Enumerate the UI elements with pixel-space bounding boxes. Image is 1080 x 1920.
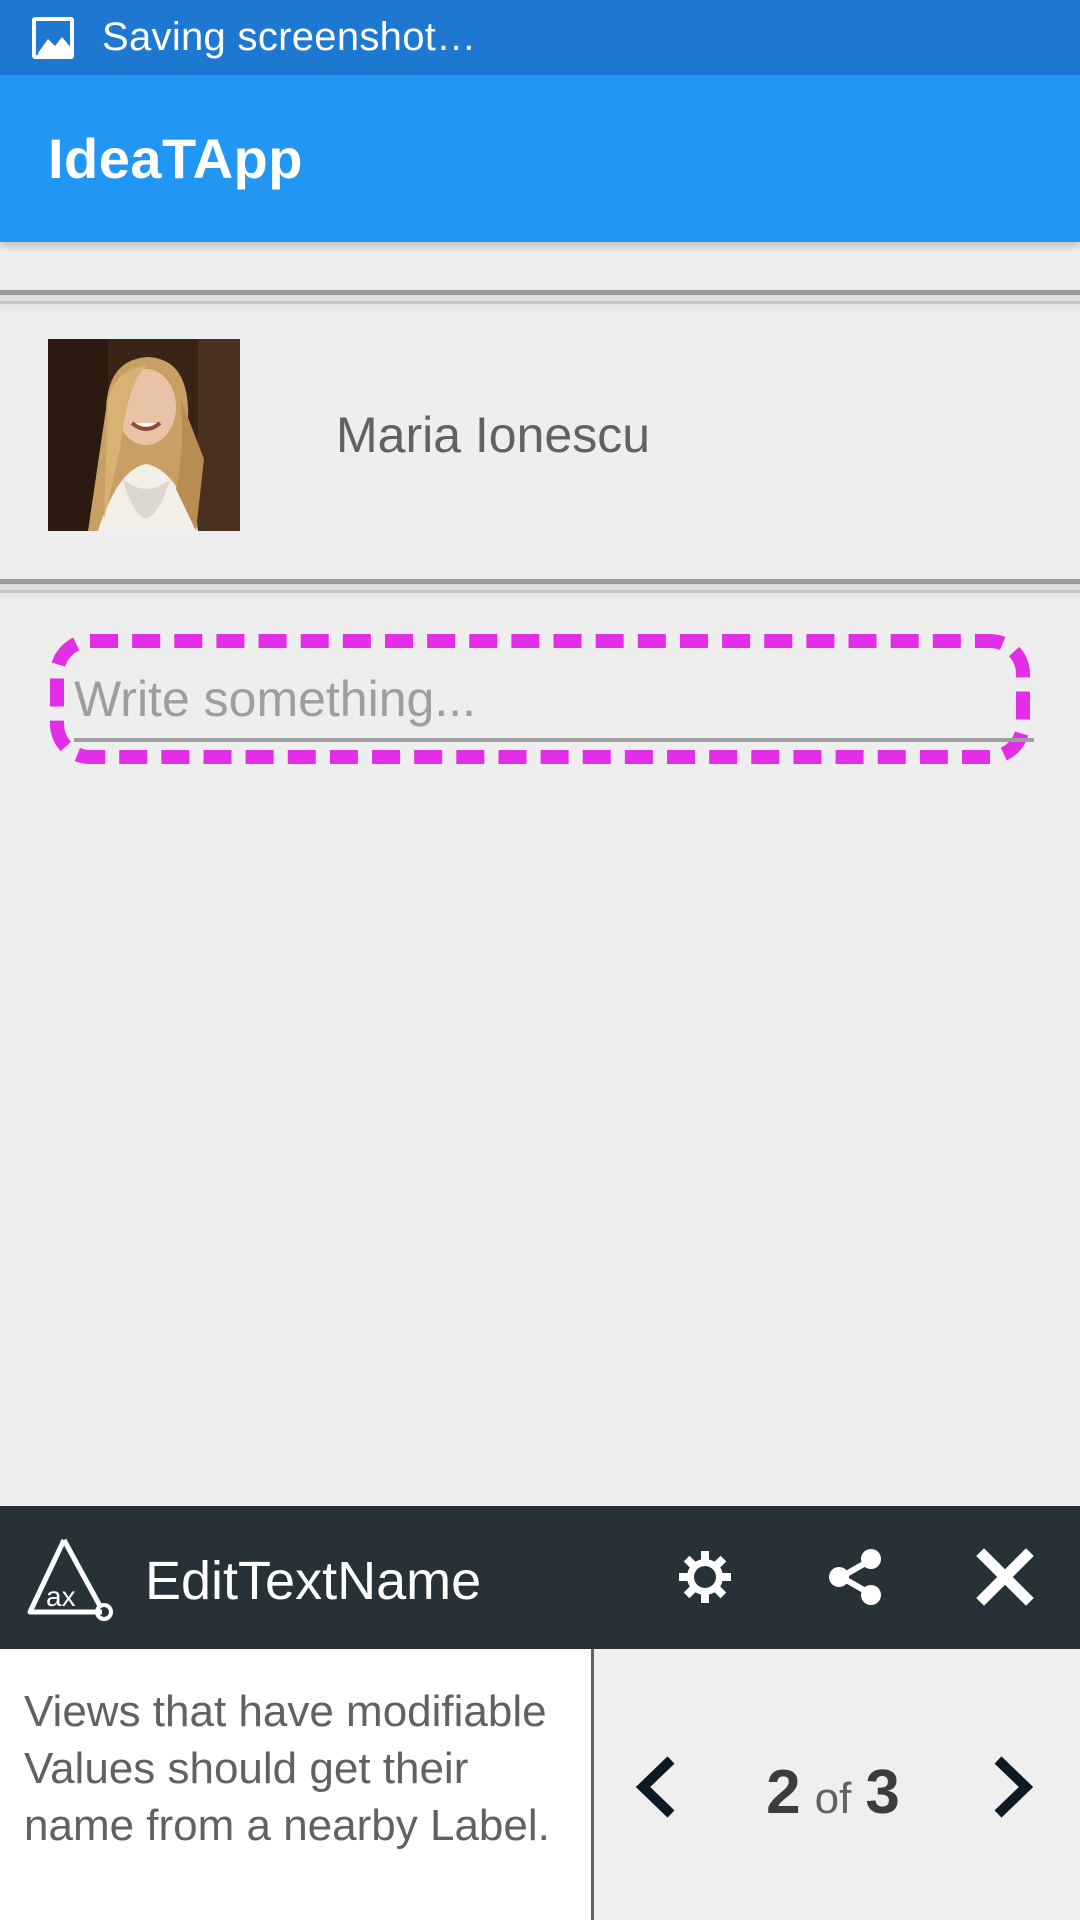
main-content: Maria Ionescu [0,242,1080,1506]
share-icon[interactable] [820,1542,890,1612]
ax-message: Views that have modifiable Values should… [24,1687,550,1850]
profile-row[interactable]: Maria Ionescu [0,308,1080,531]
pager-total: 3 [865,1758,900,1827]
ax-nav-pane: 2 of 3 [597,1649,1080,1920]
gear-icon[interactable] [670,1542,740,1612]
pager: 2 of 3 [697,1757,969,1828]
pager-current: 2 [766,1758,801,1827]
avatar [48,339,240,531]
status-text: Saving screenshot… [102,15,477,59]
close-icon[interactable] [970,1542,1040,1612]
accessibility-panel-body: Views that have modifiable Values should… [0,1649,1080,1920]
app-bar: IdeaTApp [0,75,1080,242]
ax-logo-icon: ax [24,1534,116,1624]
app-title: IdeaTApp [48,127,303,190]
image-icon [32,16,74,59]
write-something-input[interactable] [74,660,1034,742]
accessibility-panel-header: ax EditTextName [0,1506,1080,1649]
svg-text:ax: ax [46,1581,76,1612]
highlight-outline [50,634,1034,764]
chevron-left-icon[interactable] [625,1751,685,1823]
ax-title: EditTextName [145,1551,482,1611]
profile-name: Maria Ionescu [336,407,651,463]
divider-bottom [0,579,1080,605]
pager-of: of [814,1774,852,1823]
ax-message-pane: Views that have modifiable Values should… [0,1649,594,1920]
chevron-right-icon[interactable] [984,1751,1044,1823]
status-bar: Saving screenshot… [0,0,1080,75]
